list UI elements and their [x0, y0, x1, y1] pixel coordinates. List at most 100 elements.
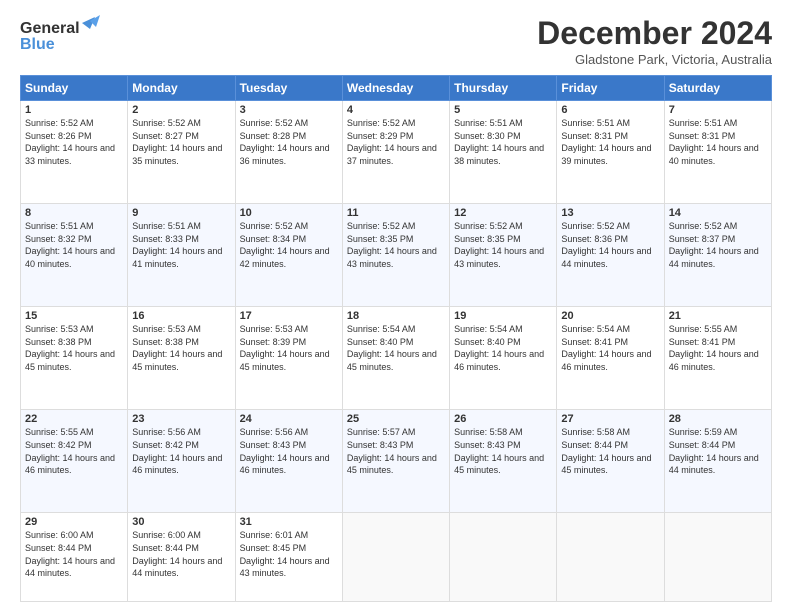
calendar-cell: 8 Sunrise: 5:51 AM Sunset: 8:32 PM Dayli… — [21, 204, 128, 307]
day-info: Sunrise: 5:52 AM Sunset: 8:29 PM Dayligh… — [347, 117, 445, 167]
col-header-tuesday: Tuesday — [235, 76, 342, 101]
day-info: Sunrise: 5:52 AM Sunset: 8:36 PM Dayligh… — [561, 220, 659, 270]
calendar-cell: 7 Sunrise: 5:51 AM Sunset: 8:31 PM Dayli… — [664, 101, 771, 204]
calendar-cell: 14 Sunrise: 5:52 AM Sunset: 8:37 PM Dayl… — [664, 204, 771, 307]
calendar-cell: 1 Sunrise: 5:52 AM Sunset: 8:26 PM Dayli… — [21, 101, 128, 204]
col-header-wednesday: Wednesday — [342, 76, 449, 101]
day-number: 25 — [347, 413, 445, 425]
calendar-cell: 29 Sunrise: 6:00 AM Sunset: 8:44 PM Dayl… — [21, 513, 128, 602]
day-info: Sunrise: 5:55 AM Sunset: 8:41 PM Dayligh… — [669, 323, 767, 373]
day-number: 24 — [240, 413, 338, 425]
day-number: 9 — [132, 207, 230, 219]
day-number: 22 — [25, 413, 123, 425]
day-info: Sunrise: 5:52 AM Sunset: 8:37 PM Dayligh… — [669, 220, 767, 270]
day-info: Sunrise: 5:59 AM Sunset: 8:44 PM Dayligh… — [669, 426, 767, 476]
page: General Blue December 2024 Gladstone Par… — [0, 0, 792, 612]
header: General Blue December 2024 Gladstone Par… — [20, 15, 772, 67]
calendar-cell: 28 Sunrise: 5:59 AM Sunset: 8:44 PM Dayl… — [664, 410, 771, 513]
calendar-cell: 27 Sunrise: 5:58 AM Sunset: 8:44 PM Dayl… — [557, 410, 664, 513]
day-number: 12 — [454, 207, 552, 219]
day-number: 6 — [561, 104, 659, 116]
day-number: 8 — [25, 207, 123, 219]
day-number: 10 — [240, 207, 338, 219]
day-info: Sunrise: 6:00 AM Sunset: 8:44 PM Dayligh… — [25, 529, 123, 579]
day-info: Sunrise: 5:58 AM Sunset: 8:44 PM Dayligh… — [561, 426, 659, 476]
day-number: 7 — [669, 104, 767, 116]
day-number: 17 — [240, 310, 338, 322]
day-info: Sunrise: 5:52 AM Sunset: 8:26 PM Dayligh… — [25, 117, 123, 167]
calendar-week-5: 29 Sunrise: 6:00 AM Sunset: 8:44 PM Dayl… — [21, 513, 772, 602]
col-header-sunday: Sunday — [21, 76, 128, 101]
day-number: 28 — [669, 413, 767, 425]
day-info: Sunrise: 5:52 AM Sunset: 8:27 PM Dayligh… — [132, 117, 230, 167]
day-info: Sunrise: 5:54 AM Sunset: 8:41 PM Dayligh… — [561, 323, 659, 373]
calendar-cell: 6 Sunrise: 5:51 AM Sunset: 8:31 PM Dayli… — [557, 101, 664, 204]
calendar-cell — [557, 513, 664, 602]
day-number: 13 — [561, 207, 659, 219]
day-info: Sunrise: 5:52 AM Sunset: 8:35 PM Dayligh… — [454, 220, 552, 270]
calendar-cell: 26 Sunrise: 5:58 AM Sunset: 8:43 PM Dayl… — [450, 410, 557, 513]
day-number: 30 — [132, 516, 230, 528]
day-info: Sunrise: 5:51 AM Sunset: 8:31 PM Dayligh… — [669, 117, 767, 167]
day-number: 29 — [25, 516, 123, 528]
calendar-week-4: 22 Sunrise: 5:55 AM Sunset: 8:42 PM Dayl… — [21, 410, 772, 513]
calendar-header-row: SundayMondayTuesdayWednesdayThursdayFrid… — [21, 76, 772, 101]
day-info: Sunrise: 5:53 AM Sunset: 8:39 PM Dayligh… — [240, 323, 338, 373]
day-number: 21 — [669, 310, 767, 322]
day-number: 14 — [669, 207, 767, 219]
day-info: Sunrise: 5:51 AM Sunset: 8:31 PM Dayligh… — [561, 117, 659, 167]
calendar-cell: 11 Sunrise: 5:52 AM Sunset: 8:35 PM Dayl… — [342, 204, 449, 307]
day-info: Sunrise: 6:01 AM Sunset: 8:45 PM Dayligh… — [240, 529, 338, 579]
calendar-cell: 18 Sunrise: 5:54 AM Sunset: 8:40 PM Dayl… — [342, 307, 449, 410]
calendar-cell: 22 Sunrise: 5:55 AM Sunset: 8:42 PM Dayl… — [21, 410, 128, 513]
day-number: 16 — [132, 310, 230, 322]
calendar-cell: 23 Sunrise: 5:56 AM Sunset: 8:42 PM Dayl… — [128, 410, 235, 513]
calendar-cell: 3 Sunrise: 5:52 AM Sunset: 8:28 PM Dayli… — [235, 101, 342, 204]
day-info: Sunrise: 5:51 AM Sunset: 8:33 PM Dayligh… — [132, 220, 230, 270]
day-number: 1 — [25, 104, 123, 116]
day-number: 4 — [347, 104, 445, 116]
calendar-cell: 10 Sunrise: 5:52 AM Sunset: 8:34 PM Dayl… — [235, 204, 342, 307]
calendar-table: SundayMondayTuesdayWednesdayThursdayFrid… — [20, 75, 772, 602]
calendar-cell: 17 Sunrise: 5:53 AM Sunset: 8:39 PM Dayl… — [235, 307, 342, 410]
day-number: 5 — [454, 104, 552, 116]
day-number: 3 — [240, 104, 338, 116]
day-info: Sunrise: 5:56 AM Sunset: 8:42 PM Dayligh… — [132, 426, 230, 476]
day-number: 11 — [347, 207, 445, 219]
logo-text: General Blue — [20, 15, 100, 60]
calendar-cell: 5 Sunrise: 5:51 AM Sunset: 8:30 PM Dayli… — [450, 101, 557, 204]
day-number: 20 — [561, 310, 659, 322]
calendar-cell — [664, 513, 771, 602]
calendar-cell: 25 Sunrise: 5:57 AM Sunset: 8:43 PM Dayl… — [342, 410, 449, 513]
logo: General Blue — [20, 15, 100, 60]
calendar-cell: 15 Sunrise: 5:53 AM Sunset: 8:38 PM Dayl… — [21, 307, 128, 410]
day-info: Sunrise: 5:52 AM Sunset: 8:28 PM Dayligh… — [240, 117, 338, 167]
calendar-cell: 12 Sunrise: 5:52 AM Sunset: 8:35 PM Dayl… — [450, 204, 557, 307]
day-info: Sunrise: 5:54 AM Sunset: 8:40 PM Dayligh… — [347, 323, 445, 373]
calendar-cell: 16 Sunrise: 5:53 AM Sunset: 8:38 PM Dayl… — [128, 307, 235, 410]
svg-text:Blue: Blue — [20, 36, 55, 53]
col-header-monday: Monday — [128, 76, 235, 101]
day-info: Sunrise: 6:00 AM Sunset: 8:44 PM Dayligh… — [132, 529, 230, 579]
col-header-thursday: Thursday — [450, 76, 557, 101]
day-number: 31 — [240, 516, 338, 528]
day-info: Sunrise: 5:56 AM Sunset: 8:43 PM Dayligh… — [240, 426, 338, 476]
calendar-cell: 19 Sunrise: 5:54 AM Sunset: 8:40 PM Dayl… — [450, 307, 557, 410]
day-info: Sunrise: 5:58 AM Sunset: 8:43 PM Dayligh… — [454, 426, 552, 476]
day-info: Sunrise: 5:51 AM Sunset: 8:30 PM Dayligh… — [454, 117, 552, 167]
calendar-week-1: 1 Sunrise: 5:52 AM Sunset: 8:26 PM Dayli… — [21, 101, 772, 204]
calendar-cell: 31 Sunrise: 6:01 AM Sunset: 8:45 PM Dayl… — [235, 513, 342, 602]
calendar-cell: 30 Sunrise: 6:00 AM Sunset: 8:44 PM Dayl… — [128, 513, 235, 602]
calendar-cell: 9 Sunrise: 5:51 AM Sunset: 8:33 PM Dayli… — [128, 204, 235, 307]
calendar-cell: 2 Sunrise: 5:52 AM Sunset: 8:27 PM Dayli… — [128, 101, 235, 204]
month-title: December 2024 — [537, 15, 772, 52]
day-info: Sunrise: 5:52 AM Sunset: 8:35 PM Dayligh… — [347, 220, 445, 270]
svg-text:General: General — [20, 20, 80, 37]
day-info: Sunrise: 5:53 AM Sunset: 8:38 PM Dayligh… — [132, 323, 230, 373]
day-info: Sunrise: 5:51 AM Sunset: 8:32 PM Dayligh… — [25, 220, 123, 270]
day-number: 26 — [454, 413, 552, 425]
location: Gladstone Park, Victoria, Australia — [537, 52, 772, 67]
col-header-saturday: Saturday — [664, 76, 771, 101]
col-header-friday: Friday — [557, 76, 664, 101]
day-number: 18 — [347, 310, 445, 322]
